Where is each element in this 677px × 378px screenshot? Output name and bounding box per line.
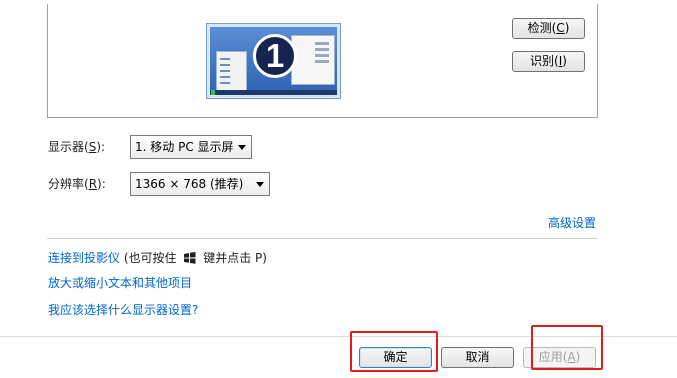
- projector-hint-after: 键并点击 P): [203, 251, 267, 265]
- chevron-down-icon: [238, 145, 246, 150]
- desktop-window-right: [291, 35, 335, 85]
- chevron-down-icon: [256, 182, 264, 187]
- projector-hint-before: (也可按住: [123, 251, 177, 265]
- detect-button[interactable]: 检测(C): [512, 18, 585, 39]
- display-settings-help-link[interactable]: 我应该选择什么显示器设置?: [48, 302, 198, 318]
- apply-highlight-box: [531, 325, 603, 370]
- connect-projector-link[interactable]: 连接到投影仪: [48, 251, 120, 265]
- text-size-link[interactable]: 放大或缩小文本和其他项目: [48, 275, 192, 291]
- monitor-screen: 1: [210, 27, 337, 95]
- identify-button[interactable]: 识别(I): [512, 51, 585, 72]
- display-label: 显示器(S):: [48, 140, 106, 154]
- divider: [47, 238, 597, 239]
- start-button-icon: [211, 90, 215, 95]
- windows-logo-icon: [184, 252, 196, 264]
- resolution-label: 分辨率(R):: [48, 177, 106, 191]
- display-select[interactable]: 1. 移动 PC 显示屏: [130, 135, 252, 159]
- resolution-select-value: 1366 × 768 (推荐): [135, 177, 244, 191]
- resolution-select[interactable]: 1366 × 768 (推荐): [130, 172, 270, 196]
- display-select-value: 1. 移动 PC 显示屏: [135, 140, 234, 154]
- monitor-1-thumbnail[interactable]: 1: [206, 23, 341, 99]
- desktop-window-left: [216, 51, 247, 93]
- cancel-button[interactable]: 取消: [441, 347, 514, 368]
- monitor-number-badge: 1: [253, 34, 297, 78]
- ok-highlight-box: [350, 331, 438, 372]
- desktop-taskbar: [210, 90, 337, 95]
- projector-row: 连接到投影仪 (也可按住 键并点击 P): [48, 249, 267, 266]
- advanced-settings-link[interactable]: 高级设置: [548, 215, 596, 231]
